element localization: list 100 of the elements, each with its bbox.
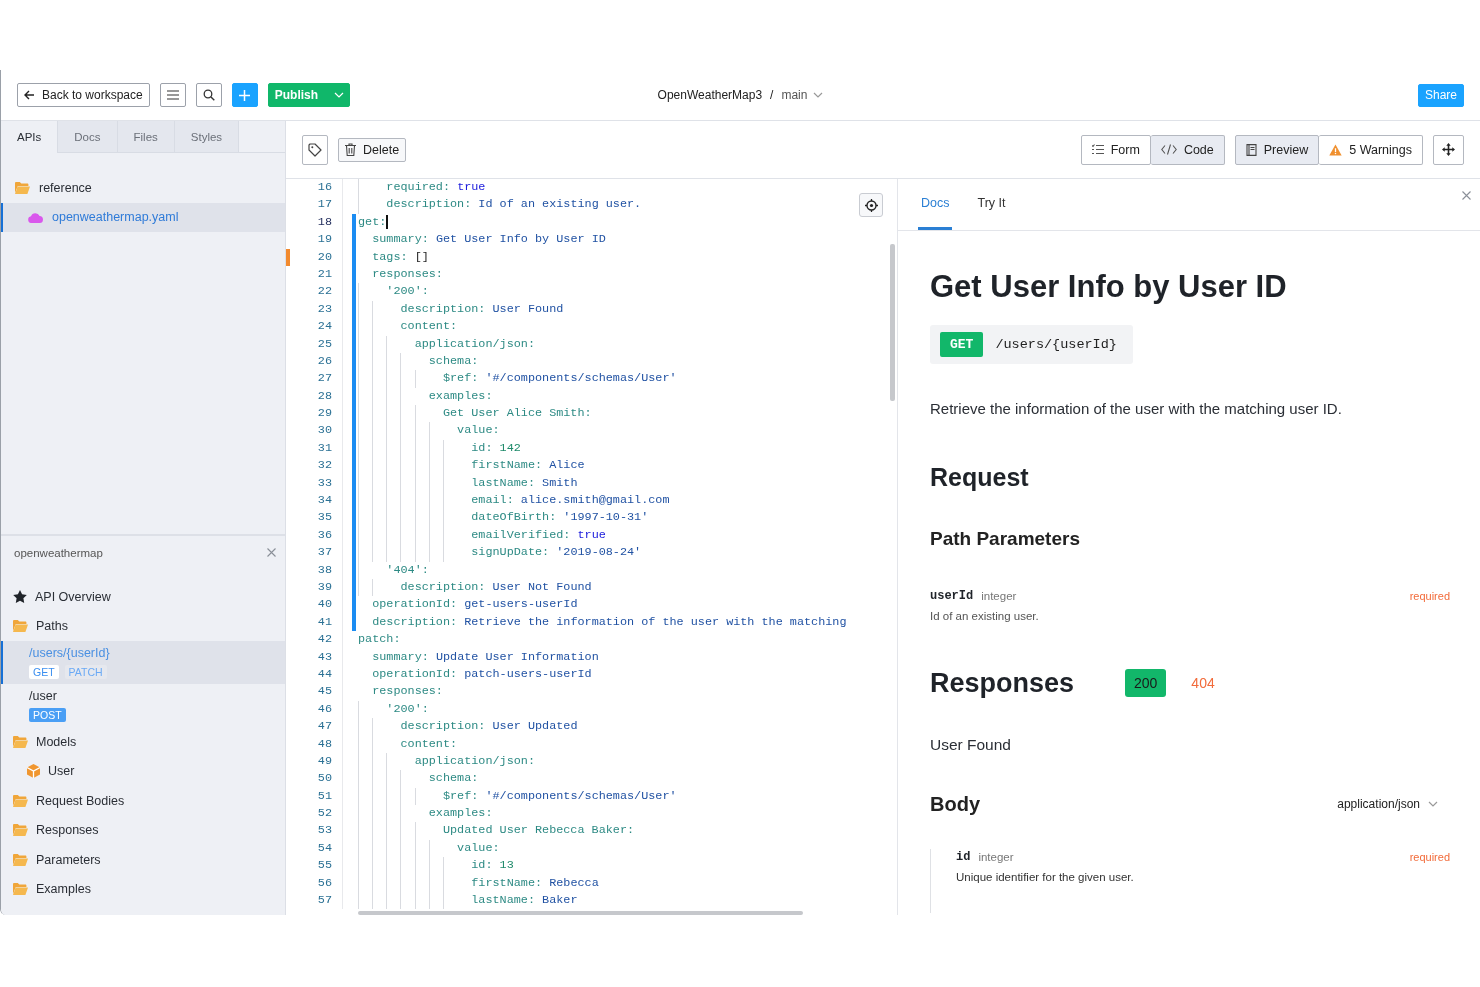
menu-button[interactable]: [159, 83, 186, 107]
docs-tab[interactable]: Docs: [918, 179, 953, 230]
outline-item[interactable]: Examples: [1, 874, 285, 904]
sidebar-tab[interactable]: Docs: [58, 121, 118, 152]
crosshair-icon: [864, 198, 878, 212]
line-number: 47: [316, 718, 333, 736]
vertical-scrollbar[interactable]: [890, 244, 895, 401]
view-mode-button[interactable]: Form: [1080, 134, 1151, 165]
line-number: 37: [316, 544, 333, 562]
line-number: 25: [316, 335, 333, 353]
line-number: 36: [316, 526, 333, 544]
subsection-heading: Body: [930, 792, 980, 816]
back-button[interactable]: Back to workspace: [17, 83, 150, 107]
param-description: Id of an existing user.: [930, 610, 1040, 622]
param-type: integer: [981, 589, 1017, 604]
line-number: 34: [316, 492, 333, 510]
line-number: 38: [316, 561, 333, 579]
branch-selector[interactable]: main: [781, 88, 824, 102]
line-number: 41: [316, 613, 333, 631]
line-number: 33: [316, 474, 333, 492]
line-number: 21: [316, 265, 333, 283]
folder-icon: [13, 794, 28, 807]
line-number: 19: [316, 231, 333, 249]
method-badge: POST: [29, 708, 66, 722]
line-number: 39: [316, 579, 333, 596]
warning-icon: [1329, 143, 1343, 156]
line-number: 20: [286, 248, 342, 266]
line-number: 18: [316, 213, 333, 231]
line-number: 22: [316, 283, 333, 301]
outline-item[interactable]: Parameters: [1, 845, 285, 875]
folder-icon: [13, 853, 28, 866]
field-description: Unique identifier for the given user.: [956, 871, 1135, 883]
folder-icon: [13, 620, 28, 633]
outline-item[interactable]: API Overview: [1, 582, 285, 612]
sidebar-tab[interactable]: APIs: [1, 121, 59, 153]
line-number: 28: [316, 387, 333, 405]
line-number: 24: [316, 318, 333, 336]
code-icon: [1160, 144, 1177, 155]
line-number: 16: [316, 179, 333, 196]
move-button[interactable]: [1433, 134, 1464, 165]
section-heading: Request: [930, 462, 1030, 492]
locate-button[interactable]: [859, 193, 883, 217]
method-badge: GET: [29, 665, 59, 679]
project-name: OpenWeatherMap3: [657, 88, 763, 102]
horizontal-scrollbar[interactable]: [358, 911, 803, 915]
folder-item[interactable]: reference: [1, 173, 285, 203]
outline-item[interactable]: Request Bodies: [1, 786, 285, 816]
search-icon: [202, 89, 215, 101]
warnings-button[interactable]: 5 Warnings: [1319, 134, 1423, 165]
close-icon[interactable]: [1462, 191, 1471, 200]
line-number: 26: [316, 352, 333, 370]
outline-item[interactable]: Responses: [1, 815, 285, 845]
arrow-left-icon: [24, 90, 35, 100]
line-number: 46: [316, 700, 333, 718]
outline-title: openweathermap: [14, 546, 103, 559]
line-number: 48: [316, 735, 333, 753]
tag-button[interactable]: [302, 134, 328, 165]
outline-item[interactable]: Paths: [1, 611, 285, 641]
search-button[interactable]: [195, 83, 222, 107]
status-code-tab[interactable]: 200: [1125, 669, 1167, 697]
required-label: required: [1409, 850, 1450, 865]
line-number: 45: [316, 683, 333, 701]
list-icon: [1091, 144, 1104, 155]
caret-icon: [813, 92, 824, 98]
line-number: 52: [316, 805, 333, 823]
required-label: required: [1409, 589, 1450, 604]
section-heading: Responses: [930, 668, 1076, 698]
path-item[interactable]: /user POST: [1, 684, 285, 727]
line-number: 50: [316, 770, 333, 788]
line-number: 29: [316, 405, 333, 423]
line-number: 49: [316, 752, 333, 770]
line-number: 43: [316, 648, 333, 666]
line-number: 31: [316, 439, 333, 457]
close-icon[interactable]: [267, 548, 276, 557]
view-mode-button[interactable]: Code: [1150, 134, 1225, 165]
caret-icon: [334, 92, 345, 98]
cloud-icon: [27, 211, 43, 223]
line-number: 51: [316, 787, 333, 805]
book-icon: [1245, 143, 1257, 156]
menu-icon: [166, 90, 179, 100]
caret-icon: [1428, 801, 1438, 807]
trash-icon: [345, 143, 356, 156]
line-number: 35: [316, 509, 333, 527]
sidebar-tab[interactable]: Styles: [174, 121, 240, 152]
outline-item[interactable]: Models: [1, 727, 285, 757]
view-mode-button[interactable]: Preview: [1234, 134, 1320, 165]
add-button[interactable]: [231, 83, 258, 107]
folder-icon: [13, 735, 28, 748]
outline-item[interactable]: User: [1, 756, 285, 786]
operation-title: Get User Info by User ID: [930, 268, 1288, 306]
endpoint-path: /users/{userId}: [995, 337, 1117, 352]
sidebar-tab[interactable]: Files: [117, 121, 175, 152]
method-badge: PATCH: [64, 665, 107, 679]
delete-button[interactable]: Delete: [338, 137, 407, 162]
folder-icon: [13, 824, 28, 837]
param-name: userId: [930, 588, 974, 604]
star-icon: [13, 590, 27, 604]
docs-tab[interactable]: Try It: [974, 179, 1009, 230]
content-type-selector[interactable]: application/json: [1331, 796, 1450, 812]
line-number: 42: [316, 631, 333, 649]
